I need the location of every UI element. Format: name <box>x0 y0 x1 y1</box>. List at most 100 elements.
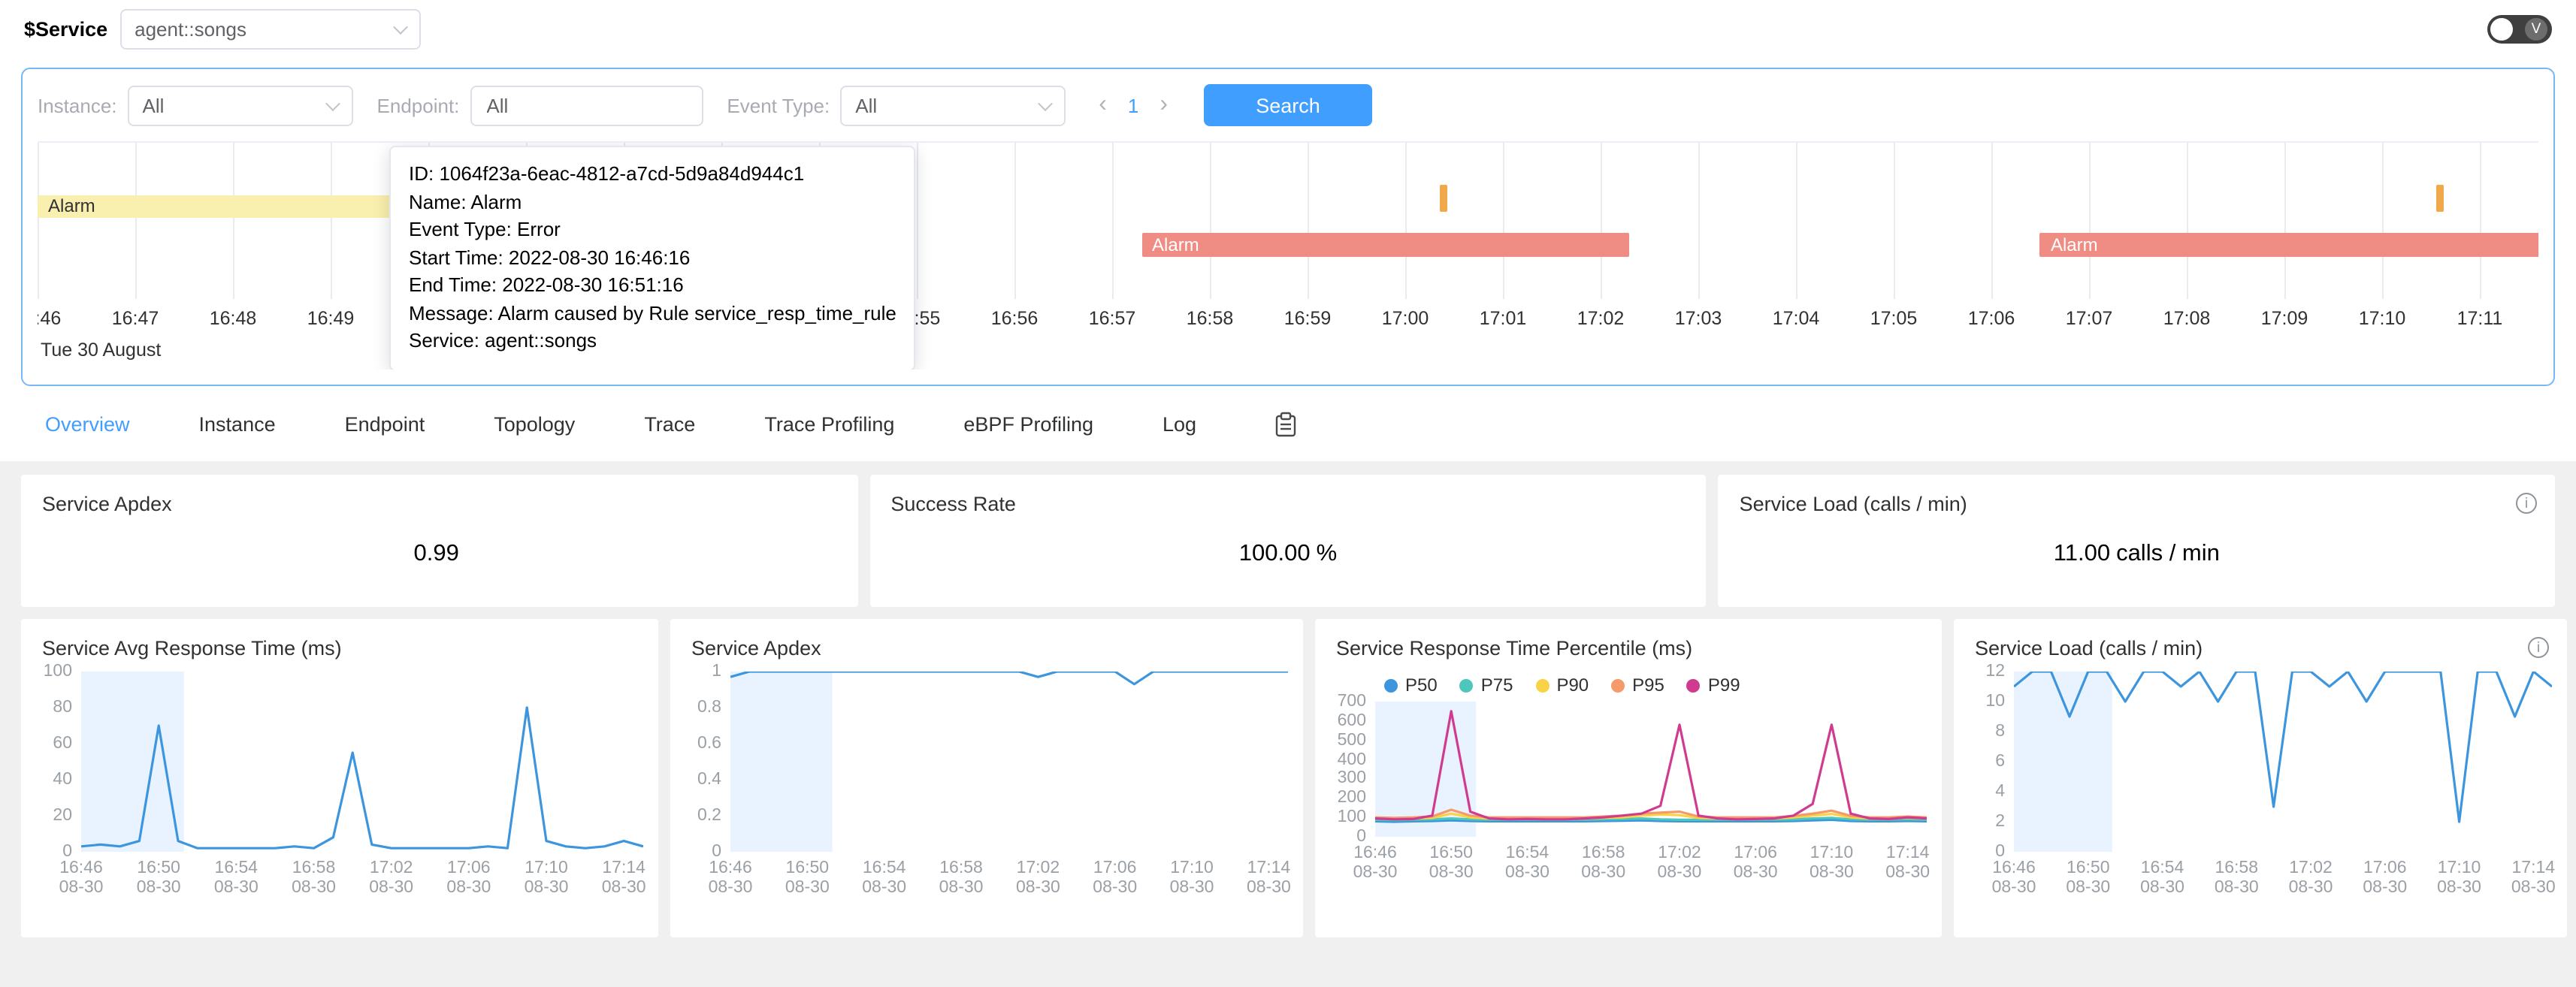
service-apdex-chart[interactable]: 00.20.40.60.81 16:4608-3016:5008-3016:540… <box>670 660 1303 904</box>
chevron-down-icon <box>1038 95 1053 110</box>
timeline-gridline <box>331 143 332 299</box>
timeline-gridline <box>2284 143 2286 299</box>
timeline-tick-label: 17:04 <box>1773 308 1820 329</box>
event-type-select[interactable]: All <box>840 85 1066 125</box>
timeline-gridline <box>233 143 234 299</box>
timeline-tick-label: 16:59 <box>1284 308 1332 329</box>
tooltip-line: Start Time: 2022-08-30 16:46:16 <box>409 244 896 272</box>
metric-value: 11.00calls / min <box>1719 541 2555 568</box>
timeline-gridline <box>2187 143 2188 299</box>
timeline-tick-label: 17:05 <box>1870 308 1918 329</box>
x-axis-labels: 16:4608-3016:5008-3016:5408-3016:5808-30… <box>679 859 1288 904</box>
event-timeline: 16:4616:4716:4816:4916:5016:5116:5216:53… <box>38 141 2538 370</box>
event-tooltip: ID: 1064f23a-6eac-4812-a7cd-5d9a84d944c1… <box>389 146 916 370</box>
legend-item-p90[interactable]: P90 <box>1535 675 1589 696</box>
timeline-tick-label: 16:48 <box>210 308 257 329</box>
event-filter-row: Instance: All Endpoint: Event Type: All … <box>38 84 2538 126</box>
timeline-gridline <box>135 143 137 299</box>
legend-item-p95[interactable]: P95 <box>1611 675 1664 696</box>
service-apdex-chart-card: Service Apdex 00.20.40.60.8116:4608-3016… <box>670 619 1303 937</box>
info-icon[interactable]: i <box>2528 637 2549 658</box>
legend-item-p75[interactable]: P75 <box>1460 675 1513 696</box>
tooltip-line: End Time: 2022-08-30 16:51:16 <box>409 272 896 300</box>
tab-endpoint[interactable]: Endpoint <box>345 412 425 435</box>
toggle-label: V <box>2525 18 2547 41</box>
event-type-select-value: All <box>855 94 877 116</box>
metric-value: 0.99 <box>21 541 857 568</box>
response-time-percentile-chart[interactable]: P50P75P90P95P99010020030040050060070016:… <box>1315 660 1942 889</box>
next-page-button[interactable]: › <box>1156 93 1171 117</box>
tab-overview[interactable]: Overview <box>45 412 130 435</box>
timeline-gridline <box>1112 143 1114 299</box>
tab-instance[interactable]: Instance <box>199 412 276 435</box>
instance-label: Instance: <box>38 94 117 116</box>
timeline-gridline <box>2480 143 2481 299</box>
y-axis-labels: 00.20.40.60.81 <box>679 672 730 852</box>
timeline-gridline <box>1014 143 1016 299</box>
timeline-date-label: Tue 30 August <box>41 340 161 361</box>
service-load-chart[interactable]: 02468101216:4608-3016:5008-3016:5408-301… <box>1954 660 2567 904</box>
metric-value: 100.00% <box>869 541 1706 568</box>
tab-log[interactable]: Log <box>1163 412 1196 435</box>
timeline-tick-label: 17:06 <box>1968 308 2015 329</box>
legend-dot-icon <box>1384 678 1398 692</box>
event-bar-error[interactable]: Alarm <box>1141 233 1630 257</box>
legend-dot-icon <box>1535 678 1549 692</box>
event-bar-normal[interactable] <box>1440 185 1447 212</box>
theme-toggle[interactable]: V <box>2487 15 2552 44</box>
event-bar-error[interactable]: Alarm <box>2040 233 2538 257</box>
topbar: $Service agent::songs V <box>0 0 2576 59</box>
timeline-gridline <box>1503 143 1504 299</box>
legend-item-p50[interactable]: P50 <box>1384 675 1438 696</box>
tooltip-line: Event Type: Error <box>409 216 896 244</box>
page-number[interactable]: 1 <box>1128 94 1138 116</box>
timeline-tick-label: 17:03 <box>1675 308 1722 329</box>
toggle-knob-icon <box>2490 18 2513 41</box>
y-axis-labels: 024681012 <box>1963 672 2014 852</box>
timeline-tick-label: 17:01 <box>1480 308 1527 329</box>
endpoint-input[interactable] <box>470 85 703 125</box>
dashboard: Service Apdex 0.99 Success Rate 100.00% … <box>0 461 2576 987</box>
tab-ebpf-profiling[interactable]: eBPF Profiling <box>963 412 1093 435</box>
x-axis-labels: 16:4608-3016:5008-3016:5408-3016:5808-30… <box>30 859 643 904</box>
service-load-chart-card: Service Load (calls / min) i 02468101216… <box>1954 619 2567 937</box>
chevron-down-icon <box>325 95 340 110</box>
service-load-card: Service Load (calls / min) i 11.00calls … <box>1719 475 2555 607</box>
avg-response-time-chart-card: Service Avg Response Time (ms) 020406080… <box>21 619 658 937</box>
y-axis-labels: 0100200300400500600700 <box>1324 702 1375 837</box>
timeline-tick-label: 16:57 <box>1089 308 1136 329</box>
event-bar-normal[interactable] <box>2435 185 2443 212</box>
tab-trace[interactable]: Trace <box>644 412 695 435</box>
timeline-tick-label: 17:10 <box>2359 308 2406 329</box>
tooltip-line: Message: Alarm caused by Rule service_re… <box>409 300 896 327</box>
card-title: Success Rate <box>869 475 1706 515</box>
pagination: ‹ 1 › <box>1096 93 1171 117</box>
instance-select[interactable]: All <box>128 85 353 125</box>
chevron-down-icon <box>392 20 407 35</box>
timeline-tick-label: 16:58 <box>1187 308 1234 329</box>
chart-cards-row: Service Avg Response Time (ms) 020406080… <box>21 619 2555 937</box>
chart-legend: P50 P75 P90 P95 P99 <box>1384 675 1927 696</box>
card-title: Service Apdex <box>21 475 857 515</box>
legend-dot-icon <box>1611 678 1625 692</box>
metric-cards-row: Service Apdex 0.99 Success Rate 100.00% … <box>21 475 2555 607</box>
timeline-tick-label: 16:49 <box>307 308 355 329</box>
info-icon[interactable]: i <box>2516 493 2537 514</box>
avg-response-time-chart[interactable]: 02040608010016:4608-3016:5008-3016:5408-… <box>21 660 658 904</box>
timeline-tick-label: 16:46 <box>38 308 61 329</box>
timeline-gridline <box>917 143 918 299</box>
service-select[interactable]: agent::songs <box>119 9 420 50</box>
tab-trace-profiling[interactable]: Trace Profiling <box>764 412 894 435</box>
timeline-gridline <box>1991 143 1993 299</box>
search-button[interactable]: Search <box>1204 84 1372 126</box>
tab-topology[interactable]: Topology <box>494 412 575 435</box>
timeline-gridline <box>1698 143 1700 299</box>
service-select-value: agent::songs <box>135 18 246 41</box>
clipboard-icon[interactable] <box>1274 411 1297 436</box>
legend-item-p99[interactable]: P99 <box>1687 675 1740 696</box>
legend-dot-icon <box>1460 678 1474 692</box>
timeline-tick-label: 16:47 <box>112 308 159 329</box>
prev-page-button[interactable]: ‹ <box>1096 93 1110 117</box>
event-panel: Instance: All Endpoint: Event Type: All … <box>21 68 2555 386</box>
chart-title: Service Avg Response Time (ms) <box>21 619 658 660</box>
